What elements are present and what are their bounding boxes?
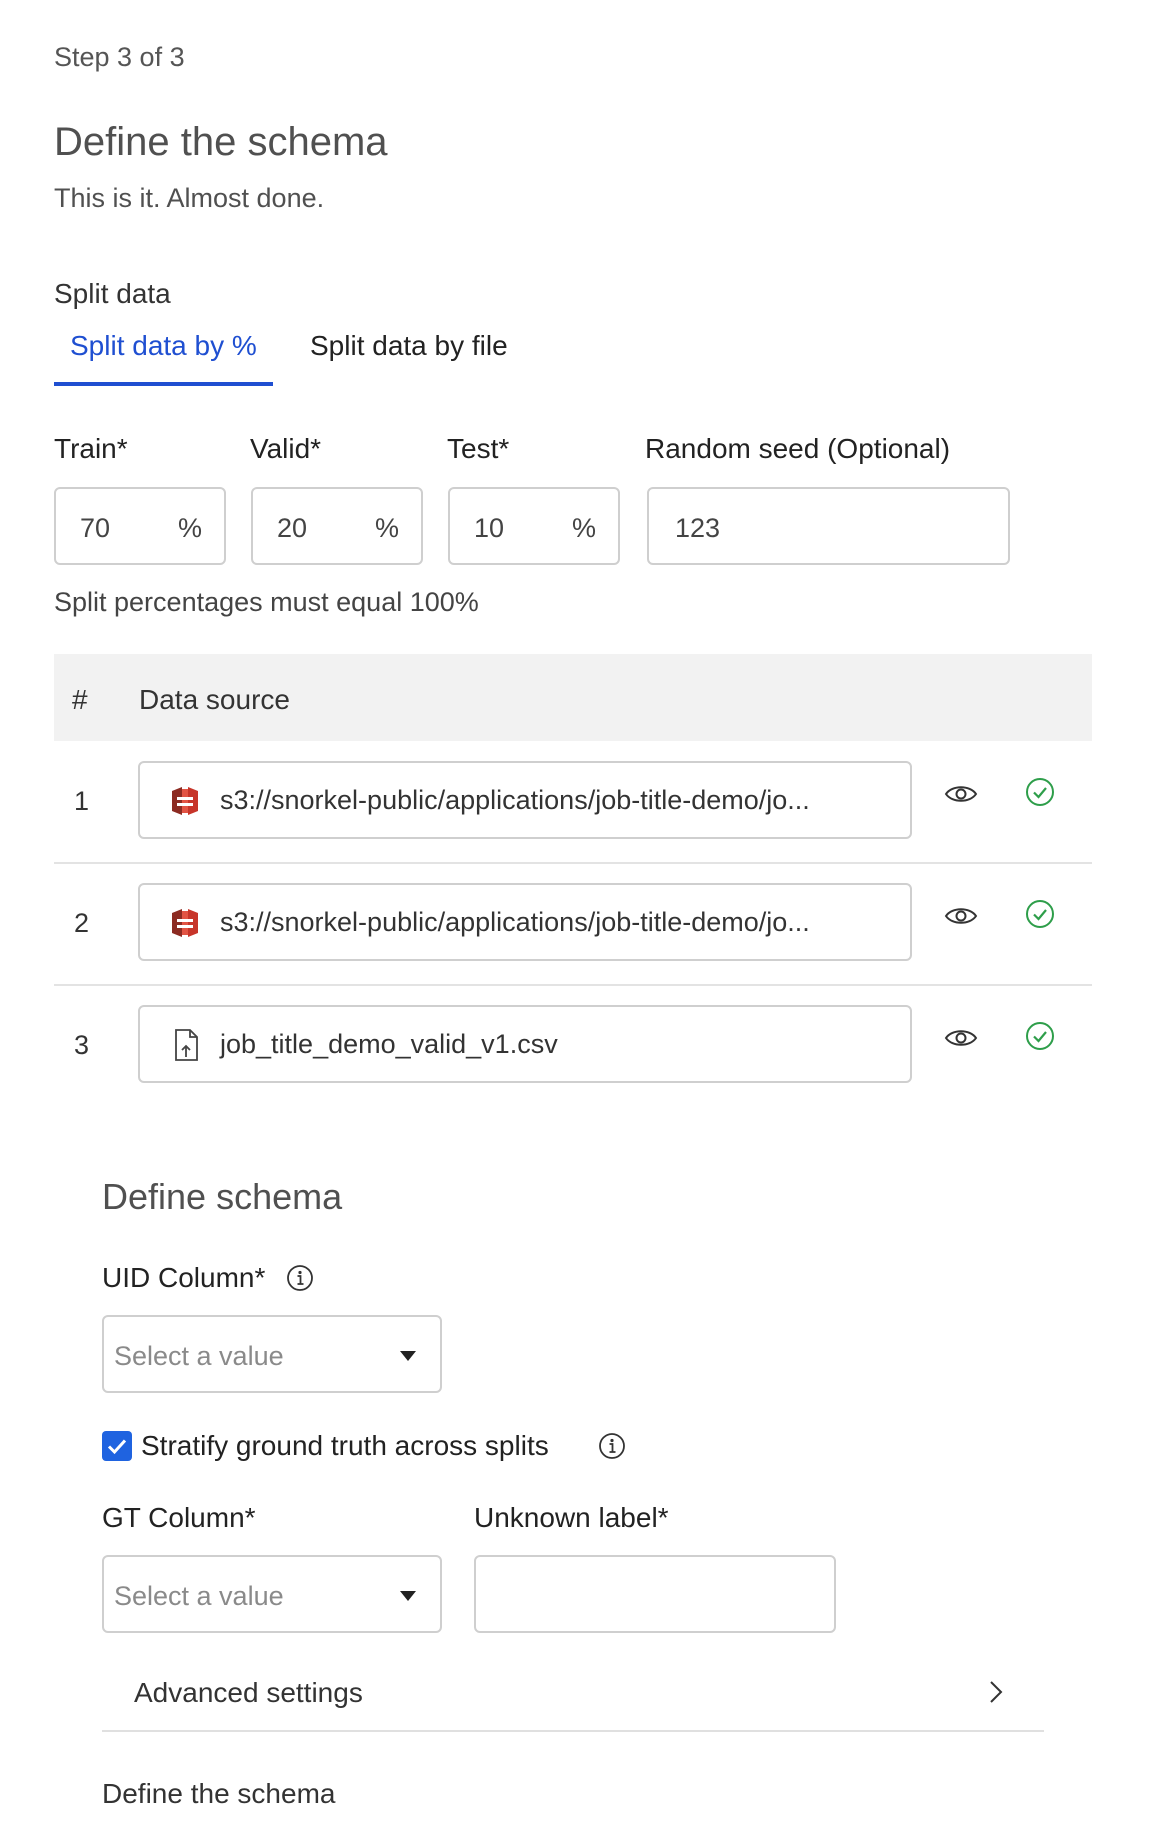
data-source-table-header: # Data source [54, 654, 1092, 741]
data-source-filename: job_title_demo_valid_v1.csv [220, 1029, 558, 1059]
percent-unit: % [178, 513, 203, 543]
caret-down-icon [400, 1351, 416, 1361]
gt-column-placeholder: Select a value [114, 1581, 284, 1611]
data-source-field[interactable]: job_title_demo_valid_v1.csv [138, 1005, 912, 1083]
aws-s3-icon [172, 909, 198, 937]
test-value: 10 [474, 513, 505, 543]
tab-split-by-file[interactable]: Split data by file [310, 330, 508, 382]
train-label: Train* [54, 433, 128, 464]
table-row: 2 s3://snorkel-public/applications/job-t… [54, 863, 1092, 985]
column-header-number: # [72, 684, 88, 715]
unknown-label-label: Unknown label* [474, 1502, 669, 1533]
test-percent-input[interactable]: 10 % [448, 487, 620, 565]
random-seed-value: 123 [675, 513, 721, 543]
page-title: Define the schema [54, 120, 388, 164]
stratify-checkbox[interactable] [102, 1431, 132, 1461]
valid-percent-input[interactable]: 20 % [251, 487, 423, 565]
unknown-label-input[interactable] [474, 1555, 836, 1633]
percent-unit: % [572, 513, 597, 543]
uid-column-select[interactable]: Select a value [102, 1315, 442, 1393]
eye-icon[interactable] [944, 783, 978, 805]
tab-split-by-percent[interactable]: Split data by % [54, 330, 273, 386]
check-circle-icon [1026, 900, 1054, 928]
check-circle-icon [1026, 1022, 1054, 1050]
stratify-label: Stratify ground truth across splits [141, 1430, 549, 1461]
uid-column-placeholder: Select a value [114, 1341, 284, 1371]
valid-value: 20 [277, 513, 308, 543]
random-seed-label: Random seed (Optional) [645, 433, 951, 464]
split-data-label: Split data [54, 278, 171, 309]
define-schema-heading: Define schema [102, 1176, 343, 1217]
test-label: Test* [447, 433, 510, 464]
info-icon[interactable] [286, 1264, 314, 1292]
row-number: 3 [74, 1030, 90, 1060]
page-subtitle: This is it. Almost done. [54, 183, 325, 213]
aws-s3-icon [172, 787, 198, 815]
define-the-schema-footer: Define the schema [102, 1778, 336, 1809]
advanced-settings-toggle[interactable]: Advanced settings [102, 1650, 1044, 1730]
caret-down-icon [400, 1591, 416, 1601]
data-source-path: s3://snorkel-public/applications/job-tit… [220, 907, 810, 937]
train-value: 70 [80, 513, 111, 543]
advanced-settings-label: Advanced settings [134, 1677, 363, 1708]
train-percent-input[interactable]: 70 % [54, 487, 226, 565]
file-upload-icon [175, 1029, 198, 1061]
row-number: 2 [74, 908, 90, 938]
info-icon[interactable] [598, 1432, 626, 1460]
uid-column-label: UID Column* [102, 1262, 266, 1293]
valid-label: Valid* [250, 433, 322, 464]
data-source-field[interactable]: s3://snorkel-public/applications/job-tit… [138, 883, 912, 961]
eye-icon[interactable] [944, 1027, 978, 1049]
gt-column-select[interactable]: Select a value [102, 1555, 442, 1633]
row-number: 1 [74, 786, 90, 816]
eye-icon[interactable] [944, 905, 978, 927]
gt-column-label: GT Column* [102, 1502, 256, 1533]
data-source-path: s3://snorkel-public/applications/job-tit… [220, 785, 810, 815]
percent-unit: % [375, 513, 400, 543]
table-row: 1 s3://snorkel-public/applications/job-t… [54, 741, 1092, 863]
divider [102, 1730, 1044, 1732]
step-indicator: Step 3 of 3 [54, 42, 185, 72]
table-row: 3 job_title_demo_valid_v1.csv [54, 985, 1092, 1107]
column-header-data-source: Data source [139, 684, 290, 715]
checkmark-icon [107, 1439, 127, 1455]
split-hint: Split percentages must equal 100% [54, 587, 479, 617]
random-seed-input[interactable]: 123 [647, 487, 1010, 565]
check-circle-icon [1026, 778, 1054, 806]
data-source-field[interactable]: s3://snorkel-public/applications/job-tit… [138, 761, 912, 839]
chevron-right-icon [990, 1681, 1003, 1703]
